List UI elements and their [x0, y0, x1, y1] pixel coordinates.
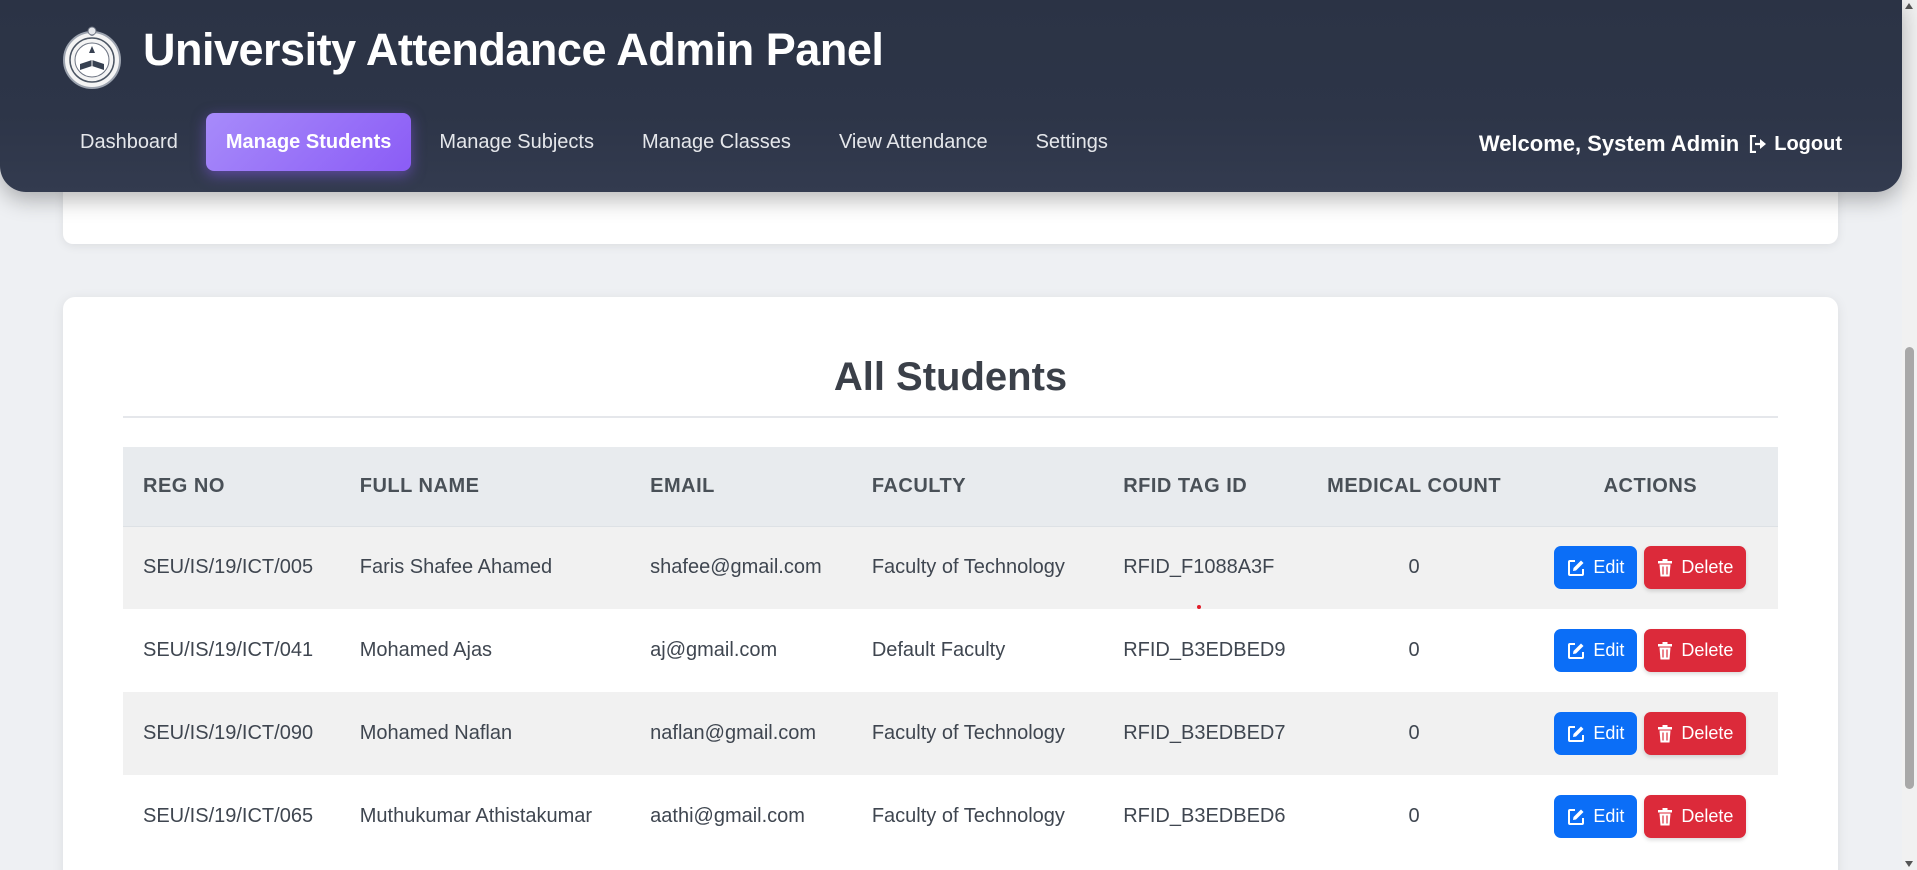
cell-medical-count: 0: [1305, 609, 1523, 692]
cell-reg-no: SEU/IS/19/ICT/041: [123, 609, 340, 692]
cell-actions: Edit Delete: [1522, 775, 1778, 858]
cell-reg-no: SEU/IS/19/ICT/090: [123, 692, 340, 775]
trash-icon: [1658, 724, 1673, 742]
students-card: All Students REG NO FULL NAME EMAIL FACU…: [63, 297, 1838, 870]
edit-label: Edit: [1593, 806, 1625, 826]
nav-manage-students[interactable]: Manage Students: [205, 113, 412, 171]
edit-label: Edit: [1593, 557, 1625, 578]
trash-icon: [1658, 807, 1673, 825]
edit-icon: [1568, 808, 1585, 825]
cell-email: shafee@gmail.com: [630, 526, 852, 609]
title-divider: [123, 416, 1778, 418]
edit-button[interactable]: Edit: [1554, 712, 1638, 755]
cell-rfid: RFID_F1088A3F: [1103, 526, 1306, 609]
cell-medical-count: 0: [1305, 692, 1523, 775]
cell-full-name: Faris Shafee Ahamed: [339, 526, 631, 609]
logout-icon: [1750, 135, 1767, 153]
cell-faculty: Default Faculty: [851, 609, 1104, 692]
delete-label: Delete: [1681, 806, 1734, 826]
trash-icon: [1658, 641, 1673, 659]
edit-icon: [1568, 642, 1585, 659]
column-header-email[interactable]: EMAIL: [630, 447, 852, 527]
cell-actions: Edit Delete: [1522, 692, 1778, 775]
delete-button[interactable]: Delete: [1644, 629, 1747, 672]
edit-icon: [1568, 725, 1585, 742]
cell-rfid: RFID_B3EDBED6: [1103, 775, 1306, 858]
cell-full-name: Muthukumar Athistakumar: [339, 775, 631, 858]
nav-settings[interactable]: Settings: [1016, 113, 1128, 171]
delete-label: Delete: [1681, 723, 1734, 743]
nav-view-attendance[interactable]: View Attendance: [819, 113, 1008, 171]
cell-medical-count: 0: [1305, 526, 1523, 609]
cell-medical-count: 0: [1305, 775, 1523, 858]
column-header-rfid[interactable]: RFID TAG ID: [1103, 447, 1306, 527]
edit-button[interactable]: Edit: [1554, 546, 1638, 590]
scroll-down-arrow-icon[interactable]: [1905, 861, 1913, 867]
edit-label: Edit: [1593, 640, 1625, 660]
main-nav: Dashboard Manage Students Manage Subject…: [60, 113, 1136, 171]
welcome-text: Welcome, System Admin: [1478, 131, 1740, 156]
edit-button[interactable]: Edit: [1554, 795, 1638, 838]
university-seal-icon: [62, 22, 122, 92]
cell-email: naflan@gmail.com: [630, 692, 852, 775]
cell-faculty: Faculty of Technology: [851, 775, 1104, 858]
edit-icon: [1568, 559, 1585, 576]
scroll-up-arrow-icon[interactable]: [1905, 3, 1913, 9]
cell-full-name: Mohamed Ajas: [339, 609, 631, 692]
cell-faculty: Faculty of Technology: [851, 526, 1104, 609]
cell-reg-no: SEU/IS/19/ICT/065: [123, 775, 340, 858]
cell-reg-no: SEU/IS/19/ICT/005: [123, 526, 340, 609]
table-row: SEU/IS/19/ICT/065 Muthukumar Athistakuma…: [123, 775, 1778, 858]
nav-manage-subjects[interactable]: Manage Subjects: [419, 113, 614, 171]
edit-label: Edit: [1593, 723, 1625, 743]
user-area: Welcome, System Admin Logout: [1479, 131, 1842, 157]
delete-label: Delete: [1681, 640, 1734, 660]
table-header-row: REG NO FULL NAME EMAIL FACULTY RFID TAG …: [123, 447, 1778, 527]
app-header: University Attendance Admin Panel Dashbo…: [0, 0, 1902, 192]
column-header-medical-count[interactable]: MEDICAL COUNT: [1305, 447, 1523, 527]
nav-dashboard[interactable]: Dashboard: [60, 113, 198, 171]
column-header-faculty[interactable]: FACULTY: [851, 447, 1104, 527]
delete-label: Delete: [1681, 557, 1734, 578]
delete-button[interactable]: Delete: [1644, 712, 1747, 755]
column-header-reg-no[interactable]: REG NO: [123, 447, 340, 527]
cell-rfid: RFID_B3EDBED9: [1103, 609, 1306, 692]
table-row: SEU/IS/19/ICT/005 Faris Shafee Ahamed sh…: [123, 526, 1778, 609]
section-title: All Students: [833, 355, 1068, 399]
students-table: REG NO FULL NAME EMAIL FACULTY RFID TAG …: [123, 447, 1778, 858]
cell-email: aathi@gmail.com: [630, 775, 852, 858]
cell-faculty: Faculty of Technology: [851, 692, 1104, 775]
nav-manage-classes[interactable]: Manage Classes: [622, 113, 811, 171]
edit-button[interactable]: Edit: [1554, 629, 1638, 672]
column-header-full-name[interactable]: FULL NAME: [339, 447, 631, 527]
cursor-dot: [1197, 605, 1201, 609]
delete-button[interactable]: Delete: [1644, 546, 1747, 590]
delete-button[interactable]: Delete: [1644, 795, 1747, 838]
table-row: SEU/IS/19/ICT/041 Mohamed Ajas aj@gmail.…: [123, 609, 1778, 692]
cell-actions: Edit Delete: [1522, 526, 1778, 609]
cell-actions: Edit Delete: [1522, 609, 1778, 692]
column-header-actions: ACTIONS: [1522, 447, 1778, 527]
logout-label: Logout: [1774, 132, 1842, 155]
cell-email: aj@gmail.com: [630, 609, 852, 692]
cell-full-name: Mohamed Naflan: [339, 692, 631, 775]
app-title: University Attendance Admin Panel: [143, 24, 884, 75]
page-scrollbar[interactable]: [1902, 0, 1917, 870]
scroll-thumb[interactable]: [1905, 347, 1914, 789]
cell-rfid: RFID_B3EDBED7: [1103, 692, 1306, 775]
logout-link[interactable]: Logout: [1749, 133, 1842, 156]
table-row: SEU/IS/19/ICT/090 Mohamed Naflan naflan@…: [123, 692, 1778, 775]
trash-icon: [1658, 558, 1673, 577]
